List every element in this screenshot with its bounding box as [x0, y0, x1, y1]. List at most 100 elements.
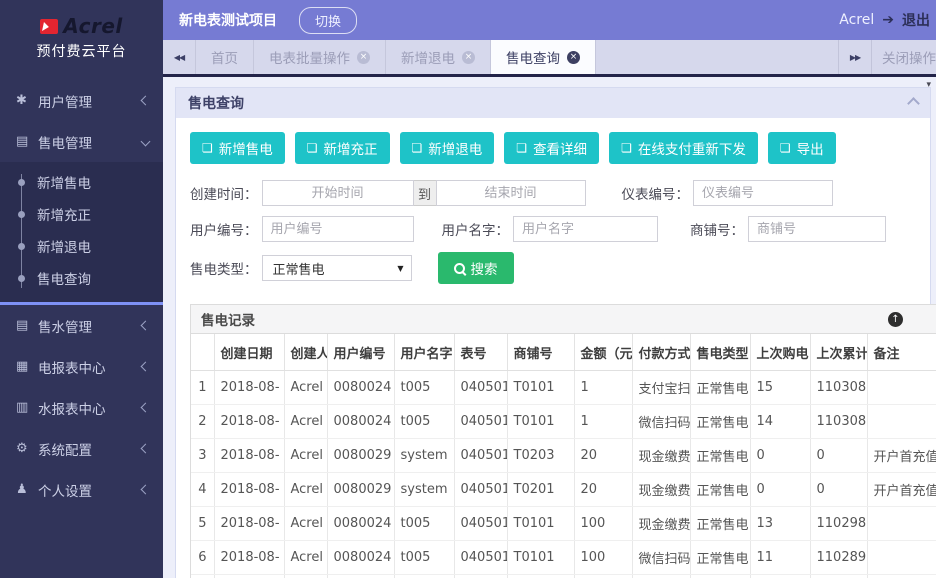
- table-cell: [867, 507, 936, 541]
- brand-name: Acrel: [63, 14, 123, 38]
- table-row[interactable]: 32018-08-Acrel0080029system04050102T0203…: [191, 439, 936, 473]
- column-header: 创建人: [284, 334, 327, 371]
- tab[interactable]: 首页: [196, 40, 254, 74]
- column-header: 商铺号: [507, 334, 574, 371]
- toolbar-button[interactable]: ❏ 新增售电: [190, 132, 285, 164]
- brand-subtitle: 预付费云平台: [0, 41, 163, 61]
- table-cell: 2018-08-: [214, 405, 284, 439]
- user-no-input[interactable]: [262, 216, 414, 242]
- table-cell: 1: [574, 371, 632, 405]
- tab-close-icon[interactable]: ×: [357, 51, 370, 64]
- table-cell: 2018-08-: [214, 541, 284, 575]
- file-icon: ❏: [202, 141, 213, 155]
- users-icon: ✱: [16, 93, 38, 108]
- tab[interactable]: 售电查询×: [491, 40, 596, 74]
- sidebar-subitem[interactable]: 新增充正: [0, 198, 163, 230]
- column-header: 售电类型: [690, 334, 750, 371]
- switch-project-button[interactable]: 切换: [299, 7, 357, 34]
- sale-type-select[interactable]: 正常售电 ▼: [262, 255, 412, 281]
- table-cell: 1102891.: [810, 541, 867, 575]
- table-row[interactable]: 72018-08-Acrel0080024t00504050101T010110…: [191, 575, 936, 578]
- table-cell: 正常售电: [690, 439, 750, 473]
- table-cell: 微信扫码支付: [632, 541, 690, 575]
- table-row[interactable]: 52018-08-Acrel0080024t00504050101T010110…: [191, 507, 936, 541]
- table-cell: 14: [750, 405, 810, 439]
- tabs: 首页电表批量操作×新增退电×售电查询×: [195, 40, 596, 74]
- sidebar-subitem[interactable]: 新增退电: [0, 230, 163, 262]
- toolbar-button[interactable]: ❏ 查看详细: [504, 132, 599, 164]
- toolbar-button-label: 查看详细: [533, 138, 587, 158]
- tabs-scroll-left-icon[interactable]: ◀◀: [163, 40, 195, 74]
- table-cell: 6: [191, 541, 214, 575]
- table-row[interactable]: 12018-08-Acrel0080024t00504050101T01011支…: [191, 371, 936, 405]
- content: ▾ 售电查询 ❏新增售电❏新增充正❏新增退电❏查看详细❏在线支付重新下发❏导出 …: [163, 77, 936, 578]
- table-cell: 现金缴费: [632, 473, 690, 507]
- end-time-input[interactable]: [436, 180, 586, 206]
- chevron-left-icon: [141, 403, 151, 413]
- query-panel-title: 售电查询: [188, 93, 244, 113]
- project-name: 新电表测试项目: [179, 10, 277, 30]
- logout-link[interactable]: 退出: [902, 10, 930, 30]
- logout-icon[interactable]: ➔: [882, 12, 894, 28]
- tab-close-icon[interactable]: ×: [567, 51, 580, 64]
- person-icon: ♟: [16, 482, 38, 497]
- table-row[interactable]: 22018-08-Acrel0080024t00504050101T01011微…: [191, 405, 936, 439]
- close-operations-button[interactable]: 关闭操作: [872, 40, 936, 74]
- table-row[interactable]: 62018-08-Acrel0080024t00504050101T010110…: [191, 541, 936, 575]
- search-icon: [454, 263, 465, 274]
- table-cell: 正常售电: [690, 575, 750, 578]
- table-cell: 1103082.: [810, 371, 867, 405]
- shop-no-input[interactable]: [748, 216, 886, 242]
- search-button-label: 搜索: [471, 258, 498, 278]
- toolbar-button[interactable]: ❏在线支付重新下发: [609, 132, 758, 164]
- toolbar-button[interactable]: ❏新增退电: [400, 132, 495, 164]
- file-icon: ❏: [516, 141, 527, 155]
- table-cell: 7: [191, 575, 214, 578]
- records-panel-header: 售电记录 ↑: [191, 305, 936, 334]
- sidebar-item[interactable]: ▦电报表中心: [0, 346, 163, 387]
- table-cell: 2018-08-: [214, 473, 284, 507]
- sidebar-item[interactable]: ♟个人设置: [0, 469, 163, 510]
- table-cell: 5: [191, 507, 214, 541]
- table-cell: 15: [750, 371, 810, 405]
- sidebar-item[interactable]: ⚙系统配置: [0, 428, 163, 469]
- toolbar-button[interactable]: ❏导出: [768, 132, 836, 164]
- user-name-input[interactable]: [513, 216, 658, 242]
- chevron-left-icon: [141, 485, 151, 495]
- table-cell: Acrel: [284, 507, 327, 541]
- start-time-input[interactable]: [262, 180, 414, 206]
- tab-close-icon[interactable]: ×: [462, 51, 475, 64]
- tab-label: 电表批量操作: [269, 47, 350, 67]
- table-header-row: 创建日期创建人用户编号用户名字表号商铺号金额（元付款方式售电类型上次购电上次累计…: [191, 334, 936, 371]
- table-row[interactable]: 42018-08-Acrel0080029system04050102T0201…: [191, 473, 936, 507]
- sidebar-item[interactable]: ▤售水管理: [0, 305, 163, 346]
- arrow-circle-up-icon[interactable]: ↑: [888, 312, 903, 327]
- sidebar-item[interactable]: ▤售电管理: [0, 121, 163, 162]
- corner-arrow-icon[interactable]: ▾: [926, 80, 931, 90]
- chevron-left-icon: [141, 444, 151, 454]
- toolbar-button-label: 新增售电: [219, 138, 273, 158]
- tab[interactable]: 新增退电×: [386, 40, 491, 74]
- table-cell: 2018-08-: [214, 575, 284, 578]
- logo: Acrel 预付费云平台: [0, 0, 163, 78]
- search-button[interactable]: 搜索: [438, 252, 514, 284]
- username: Acrel: [839, 12, 874, 28]
- collapse-panel-icon[interactable]: [907, 97, 920, 110]
- table-cell: 100: [574, 541, 632, 575]
- table-cell: 2018-08-: [214, 371, 284, 405]
- tab[interactable]: 电表批量操作 ×: [254, 40, 386, 74]
- sidebar-subitem[interactable]: 售电查询: [0, 262, 163, 294]
- table-cell: 正常售电: [690, 541, 750, 575]
- table-cell: 正常售电: [690, 371, 750, 405]
- meter-no-input[interactable]: [693, 180, 833, 206]
- sidebar-item[interactable]: ▥水报表中心: [0, 387, 163, 428]
- toolbar-button[interactable]: ❏新增充正: [295, 132, 390, 164]
- column-header: 用户名字: [394, 334, 454, 371]
- table-cell: [867, 371, 936, 405]
- sidebar-item[interactable]: ✱用户管理: [0, 80, 163, 121]
- file-icon: ❏: [307, 141, 318, 155]
- tabs-scroll-right-icon[interactable]: ▶▶: [838, 40, 872, 74]
- sidebar-subitem[interactable]: 新增售电: [0, 166, 163, 198]
- column-header: 表号: [454, 334, 507, 371]
- table-cell: 正常售电: [690, 473, 750, 507]
